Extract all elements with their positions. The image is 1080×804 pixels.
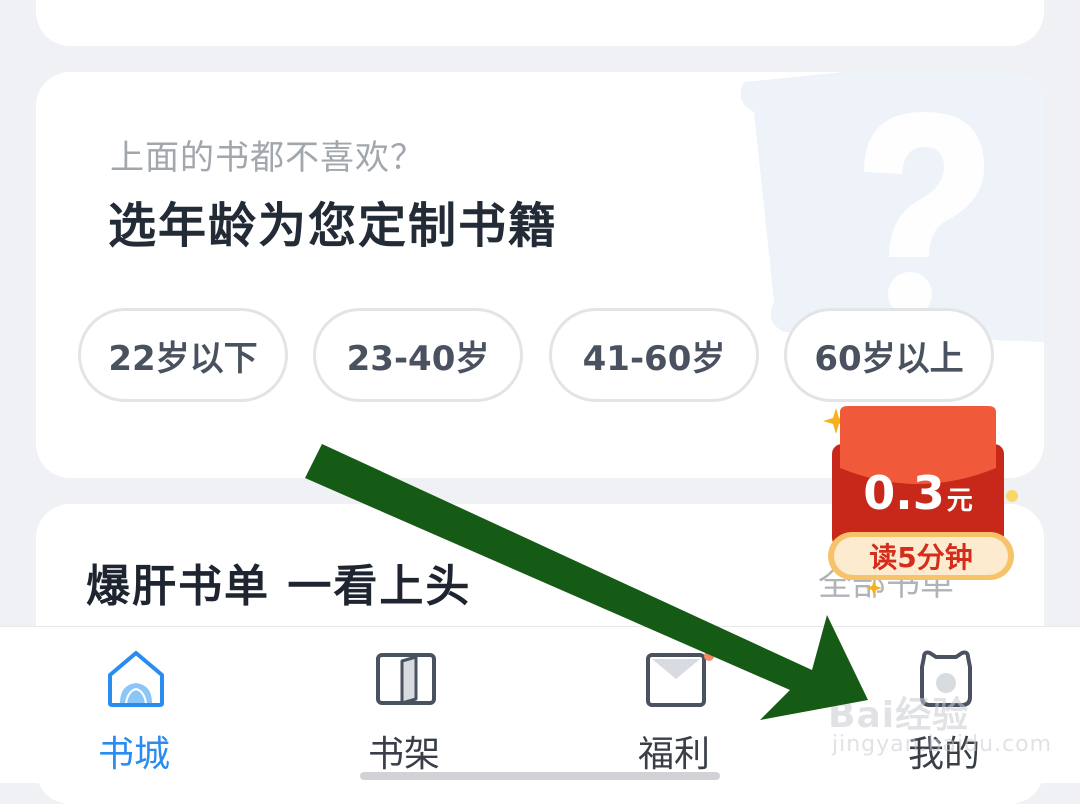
red-packet-reward-button[interactable]: 0.3元 读5分钟 [818, 404, 1028, 604]
age-option-41-60[interactable]: 41-60岁 [549, 308, 759, 402]
tab-welfare-label: 福利 [637, 734, 710, 775]
bookshelf-icon [376, 653, 436, 705]
tab-bookstore[interactable]: 书城 [34, 627, 234, 783]
book-list-title: 爆肝书单 一看上头 [86, 561, 472, 612]
age-card-subtitle: 上面的书都不喜欢？ [110, 138, 425, 178]
top-card [36, 0, 1044, 46]
red-packet-label: 读5分钟 [869, 541, 973, 574]
home-icon [108, 651, 164, 707]
bottom-tab-bar: 书城 书架 福利 我的 [0, 626, 1080, 783]
age-option-23-40[interactable]: 23-40岁 [313, 308, 523, 402]
tab-bookshelf[interactable]: 书架 [304, 627, 504, 783]
tab-bookstore-label: 书城 [97, 734, 170, 775]
tab-bookshelf-label: 书架 [367, 734, 440, 775]
envelope-icon [646, 653, 706, 707]
tab-welfare[interactable]: 福利 [574, 627, 774, 783]
profile-bear-icon [920, 650, 972, 707]
red-packet-amount: 0.3元 [818, 466, 1018, 520]
age-card-title: 选年龄为您定制书籍 [108, 198, 559, 254]
age-option-under-22[interactable]: 22岁以下 [78, 308, 288, 402]
red-packet-unit: 元 [946, 486, 973, 516]
tab-profile-label: 我的 [907, 734, 980, 775]
welfare-notification-dot [704, 651, 714, 661]
home-indicator[interactable] [360, 772, 720, 780]
red-packet-amount-value: 0.3 [863, 466, 945, 520]
age-option-over-60[interactable]: 60岁以上 [784, 308, 994, 402]
tab-profile[interactable]: 我的 [844, 627, 1044, 783]
